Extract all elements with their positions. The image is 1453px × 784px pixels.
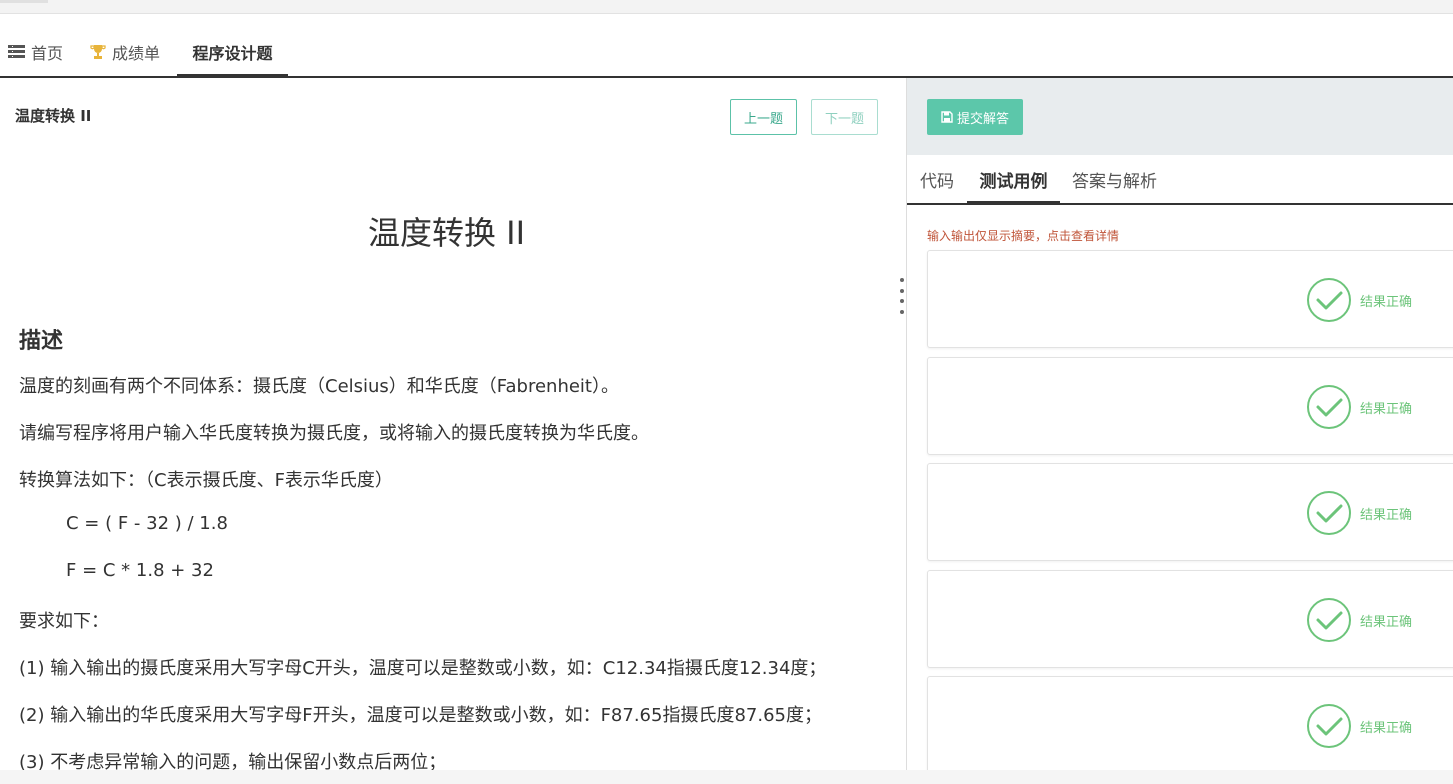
requirement-item: (1) 输入输出的摄氏度采用大写字母C开头，温度可以是整数或小数，如：C12.3… xyxy=(19,658,827,679)
trophy-icon xyxy=(90,44,106,60)
description-paragraph: 请编写程序将用户输入华氏度转换为摄氏度，或将输入的摄氏度转换为华氏度。 xyxy=(19,423,649,444)
tab-programming[interactable]: 程序设计题 xyxy=(177,28,288,78)
bottom-strip xyxy=(0,770,1453,784)
formula-f: F = C * 1.8 + 32 xyxy=(66,560,214,581)
tab-scores-label: 成绩单 xyxy=(112,44,161,63)
answer-tabs: 代码 测试用例 答案与解析 xyxy=(907,155,1453,205)
test-case-card[interactable]: 结果正确 xyxy=(927,463,1453,561)
answer-toolbar: 提交解答 xyxy=(907,78,1453,155)
list-icon xyxy=(8,45,25,59)
test-result-label: 结果正确 xyxy=(1360,508,1413,523)
tab-scores[interactable]: 成绩单 xyxy=(90,28,160,76)
test-result-label: 结果正确 xyxy=(1360,615,1413,630)
test-result-label: 结果正确 xyxy=(1360,295,1413,310)
description-paragraph: 温度的刻画有两个不同体系：摄氏度（Celsius）和华氏度（Fabrenheit… xyxy=(19,376,619,397)
submit-answer-label: 提交解答 xyxy=(956,110,1009,126)
grip-dot xyxy=(900,299,904,304)
grip-dot xyxy=(900,309,904,314)
prev-problem-button[interactable]: 上一题 xyxy=(730,99,797,135)
save-icon xyxy=(941,111,953,123)
check-circle-icon xyxy=(1307,598,1351,642)
test-case-card[interactable]: 结果正确 xyxy=(927,570,1453,668)
test-case-hint: 输入输出仅显示摘要，点击查看详情 xyxy=(927,229,1120,243)
formula-c: C = ( F - 32 ) / 1.8 xyxy=(66,513,228,534)
test-case-card[interactable]: 结果正确 xyxy=(927,676,1453,774)
test-case-card[interactable]: 结果正确 xyxy=(927,250,1453,348)
tab-code[interactable]: 代码 xyxy=(920,155,954,203)
splitter-handle[interactable] xyxy=(898,278,906,314)
test-case-card[interactable]: 结果正确 xyxy=(927,357,1453,455)
tab-test-cases[interactable]: 测试用例 xyxy=(967,155,1060,205)
description-paragraph: 要求如下： xyxy=(19,611,109,632)
tab-home-label: 首页 xyxy=(31,44,64,63)
grip-dot xyxy=(900,288,904,293)
test-result-label: 结果正确 xyxy=(1360,402,1413,417)
problem-panel: 温度转换 II 上一题 下一题 温度转换 II 描述 温度的刻画有两个不同体系：… xyxy=(0,78,906,784)
check-circle-icon xyxy=(1307,385,1351,429)
next-problem-button[interactable]: 下一题 xyxy=(811,99,878,135)
check-circle-icon xyxy=(1307,704,1351,748)
check-circle-icon xyxy=(1307,278,1351,322)
problem-title: 温度转换 II xyxy=(367,214,526,252)
tab-answer-analysis[interactable]: 答案与解析 xyxy=(1072,155,1157,203)
submit-answer-button[interactable]: 提交解答 xyxy=(927,99,1023,135)
problem-title-small: 温度转换 II xyxy=(15,107,92,125)
tab-home[interactable]: 首页 xyxy=(8,28,63,76)
top-strip-nub xyxy=(0,0,48,3)
answer-panel: 提交解答 代码 测试用例 答案与解析 输入输出仅显示摘要，点击查看详情 结果正确… xyxy=(907,78,1453,784)
browser-top-strip xyxy=(0,0,1453,14)
requirement-item: (2) 输入输出的华氏度采用大写字母F开头，温度可以是整数或小数，如：F87.6… xyxy=(19,705,822,726)
description-paragraph: 转换算法如下：（C表示摄氏度、F表示华氏度） xyxy=(19,470,393,491)
grip-dot xyxy=(900,278,904,282)
main-tab-bar: 首页 成绩单 程序设计题 xyxy=(0,28,1453,78)
description-heading: 描述 xyxy=(19,329,64,354)
tab-programming-label: 程序设计题 xyxy=(192,44,273,63)
check-circle-icon xyxy=(1307,491,1351,535)
test-result-label: 结果正确 xyxy=(1360,721,1413,736)
